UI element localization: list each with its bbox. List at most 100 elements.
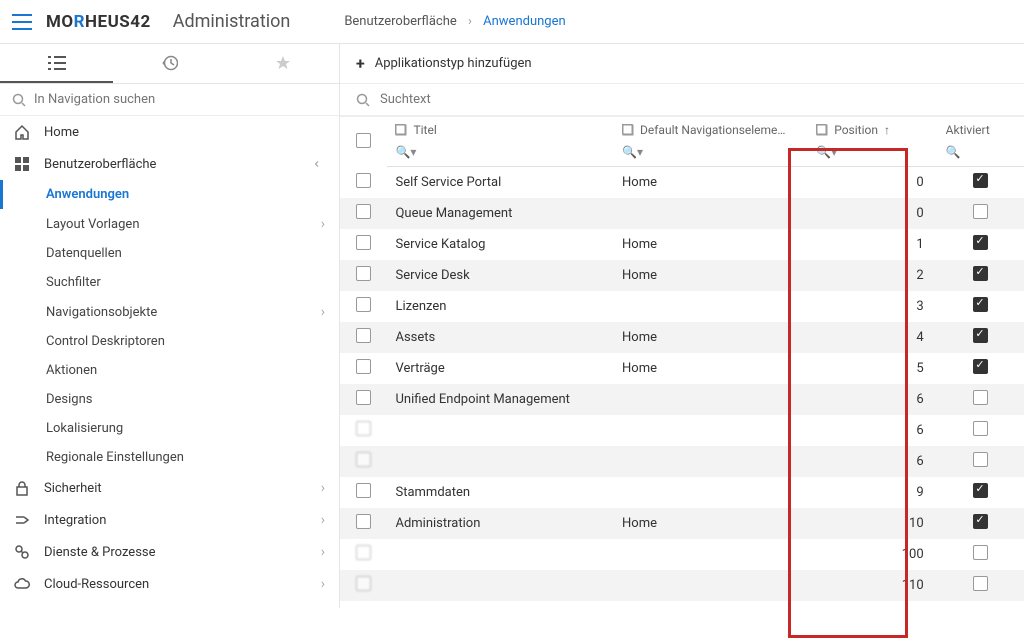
breadcrumb-parent[interactable]: Benutzeroberfläche	[344, 14, 456, 29]
row-checkbox[interactable]	[356, 483, 371, 498]
row-checkbox[interactable]	[356, 390, 371, 405]
active-checkbox[interactable]	[973, 173, 988, 188]
active-checkbox[interactable]	[973, 545, 988, 560]
nav-item-ensilo-settings[interactable]: enSilo Settings	[0, 600, 339, 608]
col-title[interactable]: Titel	[413, 123, 436, 137]
active-checkbox[interactable]	[973, 421, 988, 436]
table-row[interactable]: Service DeskHome2	[340, 260, 1024, 291]
sort-asc-icon[interactable]: ↑	[884, 123, 890, 137]
row-checkbox[interactable]	[356, 545, 371, 560]
sidebar-nav: Home Benutzeroberfläche⌄AnwendungenLayout…	[0, 116, 339, 608]
nav-sub-designs[interactable]: Designs	[0, 385, 339, 414]
table-row[interactable]: Service KatalogHome1	[340, 229, 1024, 260]
nav-label: Benutzeroberfläche	[44, 157, 156, 172]
table-row[interactable]: 110	[340, 570, 1024, 601]
active-checkbox[interactable]	[973, 390, 988, 405]
cell-nav: Home	[614, 322, 808, 353]
col-active[interactable]: Aktiviert	[946, 123, 990, 137]
active-checkbox[interactable]	[973, 297, 988, 312]
active-checkbox[interactable]	[973, 328, 988, 343]
nav-item-integration[interactable]: Integration›	[0, 504, 339, 536]
table-row[interactable]: VerträgeHome5	[340, 353, 1024, 384]
active-checkbox[interactable]	[973, 514, 988, 529]
table-row[interactable]: 6	[340, 446, 1024, 477]
nav-item-benutzeroberfläche[interactable]: Benutzeroberfläche⌄	[0, 148, 339, 180]
filter-nav[interactable]: 🔍▾	[622, 145, 643, 159]
nav-sub-label: Navigationsobjekte	[46, 305, 157, 320]
nav-item-sicherheit[interactable]: Sicherheit›	[0, 472, 339, 504]
row-checkbox[interactable]	[356, 421, 371, 436]
sidebar-tab-history[interactable]	[113, 44, 226, 83]
add-type-button[interactable]: Applikationstyp hinzufügen	[375, 56, 532, 71]
row-checkbox[interactable]	[356, 266, 371, 281]
plus-icon[interactable]: +	[356, 54, 365, 73]
table-row[interactable]: Lizenzen3	[340, 291, 1024, 322]
hamburger-icon[interactable]	[12, 14, 32, 30]
sidebar-tab-list[interactable]	[0, 44, 113, 83]
row-checkbox[interactable]	[356, 297, 371, 312]
nav-item-dienste-&-prozesse[interactable]: Dienste & Prozesse›	[0, 536, 339, 568]
sidebar: Home Benutzeroberfläche⌄AnwendungenLayout…	[0, 44, 340, 608]
breadcrumb-current[interactable]: Anwendungen	[483, 14, 566, 29]
sidebar-search-input[interactable]	[34, 92, 327, 107]
table-row[interactable]: AssetsHome4	[340, 322, 1024, 353]
active-checkbox[interactable]	[973, 235, 988, 250]
table-row[interactable]: 100	[340, 539, 1024, 570]
nav-sub-control-deskriptoren[interactable]: Control Deskriptoren	[0, 327, 339, 356]
cell-position: 110	[808, 570, 937, 601]
search-icon	[356, 93, 370, 107]
nav-label: Integration	[44, 513, 106, 528]
table-row[interactable]: 6	[340, 415, 1024, 446]
active-checkbox[interactable]	[973, 483, 988, 498]
cloud-icon	[14, 576, 32, 592]
table-row[interactable]: Stammdaten9	[340, 477, 1024, 508]
sidebar-tab-favorites[interactable]	[226, 44, 339, 83]
main-search-input[interactable]	[380, 92, 1008, 107]
chevron-right-icon: ›	[321, 304, 325, 320]
nav-sub-suchfilter[interactable]: Suchfilter	[0, 268, 339, 297]
row-checkbox[interactable]	[356, 514, 371, 529]
col-nav[interactable]: Default Navigationseleme…	[640, 123, 785, 137]
nav-sub-datenquellen[interactable]: Datenquellen	[0, 239, 339, 268]
cell-position: 3	[808, 291, 937, 322]
nav-item-home[interactable]: Home	[0, 116, 339, 148]
active-checkbox[interactable]	[973, 359, 988, 374]
col-position[interactable]: Position	[834, 123, 878, 137]
row-checkbox[interactable]	[356, 235, 371, 250]
filter-pos[interactable]: 🔍▾	[816, 145, 837, 159]
nav-sub-aktionen[interactable]: Aktionen	[0, 356, 339, 385]
row-checkbox[interactable]	[356, 173, 371, 188]
main-search[interactable]	[340, 84, 1024, 116]
table-row[interactable]: Unified Endpoint Management6	[340, 384, 1024, 415]
nav-label: Home	[44, 125, 79, 140]
filter-act[interactable]: 🔍	[946, 145, 961, 159]
row-checkbox[interactable]	[356, 204, 371, 219]
filter-title[interactable]: 🔍▾	[395, 145, 416, 159]
table-row[interactable]: Self Service PortalHome0	[340, 167, 1024, 199]
nav-sub-layout-vorlagen[interactable]: Layout Vorlagen›	[0, 209, 339, 239]
cell-nav: Home	[614, 229, 808, 260]
row-checkbox[interactable]	[356, 452, 371, 467]
cell-title: Self Service Portal	[387, 167, 614, 199]
active-checkbox[interactable]	[973, 576, 988, 591]
toolbar: + Applikationstyp hinzufügen	[340, 44, 1024, 84]
table-row[interactable]: Queue Management0	[340, 198, 1024, 229]
active-checkbox[interactable]	[973, 204, 988, 219]
sidebar-search[interactable]	[0, 84, 339, 116]
breadcrumb: Benutzeroberfläche › Anwendungen	[344, 14, 565, 29]
active-checkbox[interactable]	[973, 266, 988, 281]
nav-sub-lokalisierung[interactable]: Lokalisierung	[0, 414, 339, 443]
table-row[interactable]: AdministrationHome10	[340, 508, 1024, 539]
nav-sub-navigationsobjekte[interactable]: Navigationsobjekte ›	[0, 297, 339, 327]
nav-sub-anwendungen[interactable]: Anwendungen	[0, 180, 339, 209]
cell-position: 100	[808, 539, 937, 570]
cell-nav	[614, 570, 808, 601]
active-checkbox[interactable]	[973, 452, 988, 467]
row-checkbox[interactable]	[356, 576, 371, 591]
row-checkbox[interactable]	[356, 328, 371, 343]
select-all-checkbox[interactable]	[356, 133, 371, 148]
row-checkbox[interactable]	[356, 359, 371, 374]
nav-sub-regionale-einstellungen[interactable]: Regionale Einstellungen	[0, 443, 339, 472]
nav-item-cloud-ressourcen[interactable]: Cloud-Ressourcen›	[0, 568, 339, 600]
cell-title: Stammdaten	[387, 477, 614, 508]
